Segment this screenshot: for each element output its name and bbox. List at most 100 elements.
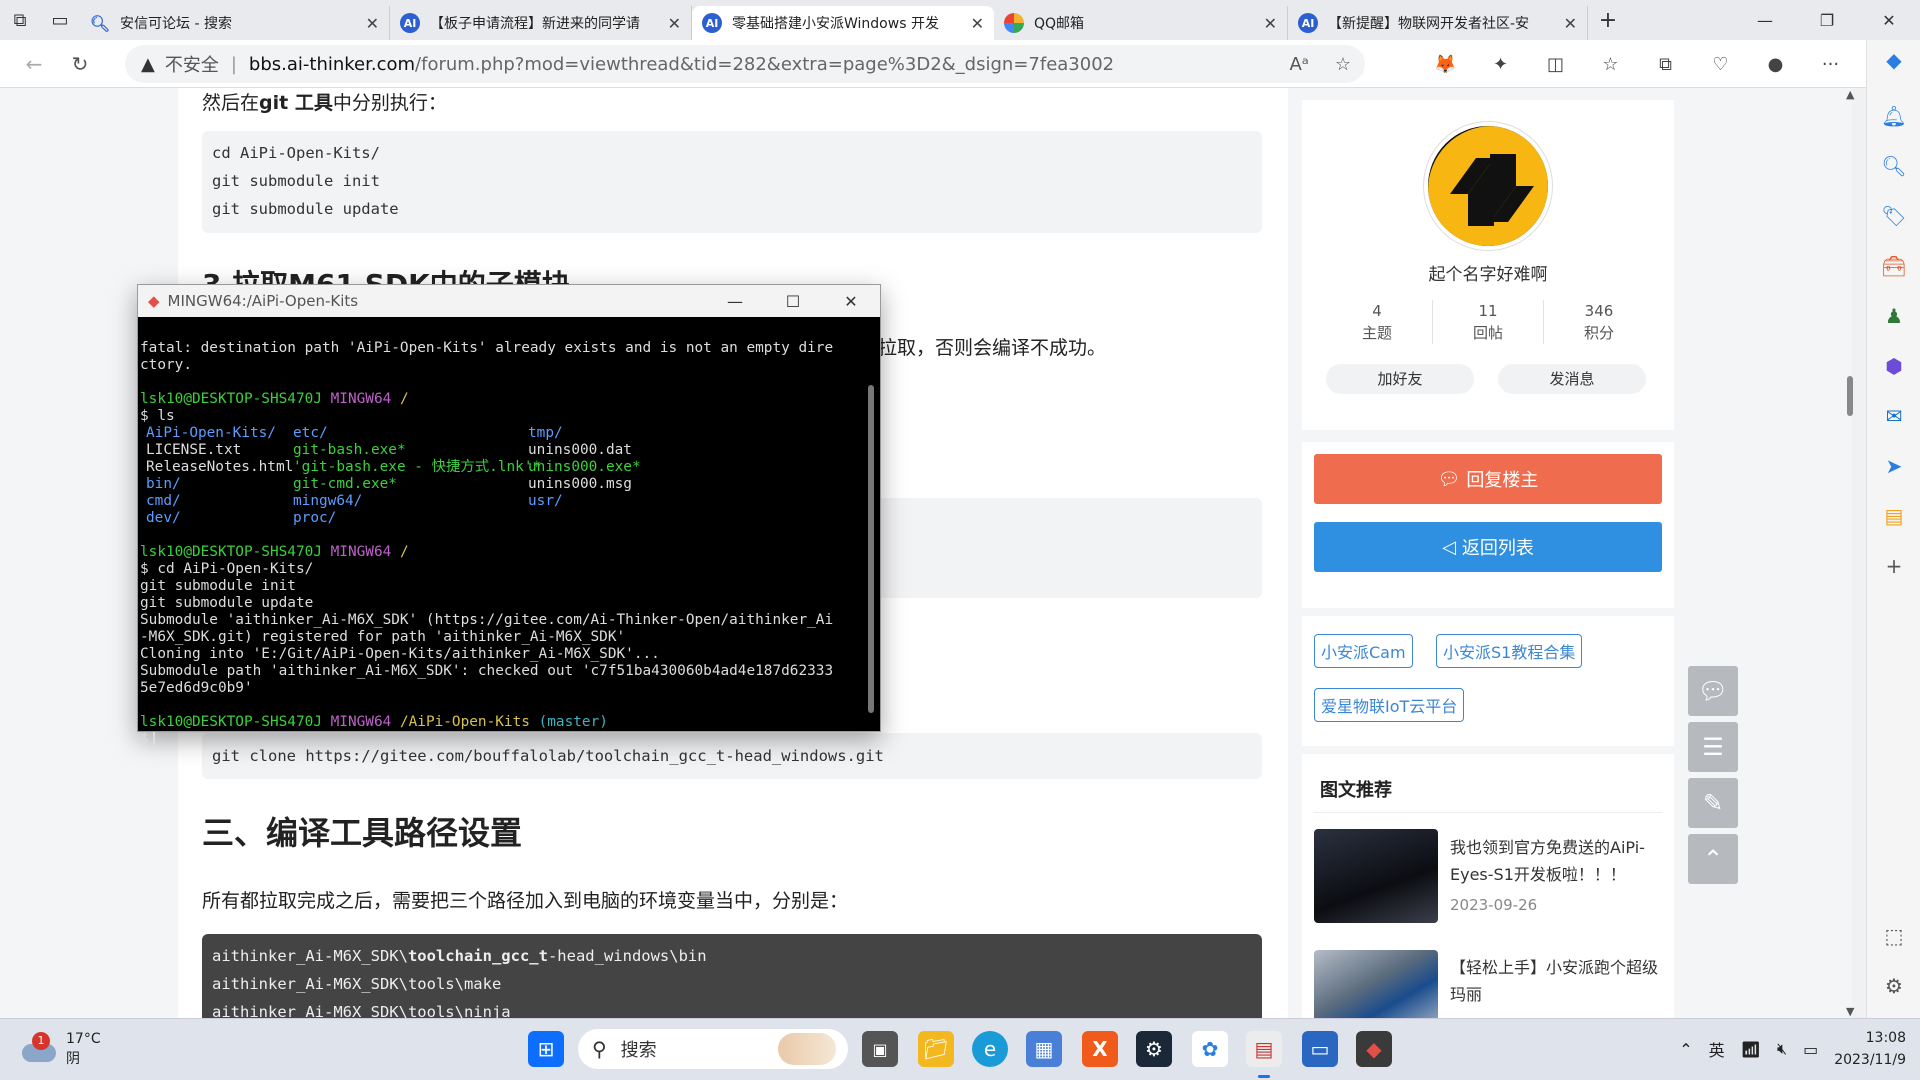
search-icon[interactable]: 🔍︎: [1867, 154, 1920, 178]
close-icon[interactable]: ✕: [971, 14, 984, 33]
tab-search[interactable]: 🔍︎ 安信可论坛 - 搜索 ✕: [80, 6, 390, 40]
tab-title: 【新提醒】物联网开发者社区-安: [1328, 16, 1530, 32]
ls-entry: bin/: [146, 476, 181, 492]
send-message-button[interactable]: 发消息: [1498, 364, 1646, 394]
more-menu-icon[interactable]: ···: [1803, 54, 1858, 75]
ls-entry: usr/: [528, 493, 563, 509]
performance-icon[interactable]: ♡: [1693, 54, 1748, 75]
task-view-icon[interactable]: ▣: [862, 1031, 898, 1067]
tab-community[interactable]: AI 【新提醒】物联网开发者社区-安 ✕: [1288, 6, 1588, 40]
taskbar-search[interactable]: ⚲ 搜索: [578, 1029, 848, 1069]
ls-entry: git-cmd.exe*: [293, 476, 397, 492]
stat-threads[interactable]: 4 主题: [1322, 300, 1433, 344]
new-tab-button[interactable]: +: [1588, 8, 1628, 33]
terminal-window[interactable]: ◆ MINGW64:/AiPi-Open-Kits — ☐ ✕ fatal: d…: [137, 284, 881, 747]
close-window-icon[interactable]: ✕: [1858, 0, 1920, 40]
minimize-icon[interactable]: —: [706, 285, 764, 317]
page-scrollbar[interactable]: ▲ ▼: [1846, 88, 1854, 1018]
metamask-extension-icon[interactable]: 🦊: [1418, 54, 1473, 75]
volume-muted-icon[interactable]: 🔇︎: [1777, 1039, 1787, 1059]
close-icon[interactable]: ✕: [1564, 14, 1577, 33]
split-screen-icon[interactable]: ◫: [1528, 54, 1583, 75]
screenshot-icon[interactable]: ⬚: [1867, 924, 1920, 948]
git-gui-icon[interactable]: ◆: [1356, 1031, 1392, 1067]
address-bar[interactable]: ▲ 不安全 | bbs.ai-thinker.com /forum.php?mo…: [125, 45, 1365, 83]
back-icon[interactable]: ←: [12, 42, 56, 86]
stat-points[interactable]: 346 积分: [1544, 300, 1654, 344]
ls-entry: unins000.dat: [528, 442, 632, 458]
reply-button[interactable]: 💬︎ 回复楼主: [1314, 454, 1662, 504]
edit-float-button[interactable]: ✎: [1688, 778, 1738, 828]
avatar[interactable]: [1424, 122, 1552, 250]
workspaces-icon[interactable]: ⧉: [0, 0, 40, 40]
back-to-top-button[interactable]: ⌃: [1688, 834, 1738, 884]
tag-link[interactable]: 小安派S1教程合集: [1436, 634, 1583, 668]
minimize-icon[interactable]: —: [1734, 0, 1796, 40]
favorite-star-icon[interactable]: ☆: [1335, 54, 1351, 75]
tab-qqmail[interactable]: QQ邮箱 ✕: [994, 6, 1288, 40]
recommend-link[interactable]: 【轻松上手】小安派跑个超级玛丽: [1450, 954, 1660, 1008]
add-icon[interactable]: +: [1867, 554, 1920, 578]
app-icon[interactable]: ✿: [1192, 1031, 1228, 1067]
list-float-button[interactable]: ☰: [1688, 722, 1738, 772]
ls-row: dev/proc/: [140, 510, 860, 527]
ls-entry: etc/: [293, 425, 328, 441]
ime-indicator[interactable]: 英: [1709, 1037, 1725, 1061]
url-host: bbs.ai-thinker.com: [248, 53, 416, 75]
extensions-icon[interactable]: ✦: [1473, 54, 1528, 75]
back-list-button[interactable]: ◁ 返回列表: [1314, 522, 1662, 572]
tab-apply[interactable]: AI 【板子申请流程】新进来的同学请 ✕: [390, 6, 692, 40]
stat-replies[interactable]: 11 回帖: [1433, 300, 1544, 344]
weather-widget[interactable]: 1 17°C 阴: [22, 1029, 101, 1069]
steam-icon[interactable]: ⚙: [1136, 1031, 1172, 1067]
close-icon[interactable]: ✕: [366, 14, 379, 33]
maximize-icon[interactable]: ❐: [1796, 0, 1858, 40]
bell-icon[interactable]: 🔔︎: [1867, 104, 1920, 128]
shopping-icon[interactable]: 🏷︎: [1867, 204, 1920, 228]
tag-link[interactable]: 爱星物联IoT云平台: [1314, 688, 1465, 722]
terminal-titlebar[interactable]: ◆ MINGW64:/AiPi-Open-Kits — ☐ ✕: [138, 285, 880, 317]
tab-actions-icon[interactable]: ▭: [40, 0, 80, 40]
settings-icon[interactable]: ⚙: [1867, 974, 1920, 998]
close-icon[interactable]: ✕: [668, 14, 681, 33]
chat-float-button[interactable]: 💬︎: [1688, 666, 1738, 716]
favorites-icon[interactable]: ☆: [1583, 54, 1638, 75]
outlook-icon[interactable]: ✉: [1867, 404, 1920, 428]
tag-link[interactable]: 小安派Cam: [1314, 634, 1413, 668]
read-aloud-icon[interactable]: A͏ᵃ: [1289, 54, 1308, 75]
recommend-thumbnail[interactable]: [1314, 829, 1438, 923]
active-app-icon[interactable]: ▤: [1246, 1031, 1282, 1067]
store-icon[interactable]: ▦: [1026, 1031, 1062, 1067]
section3-heading: 三、编译工具路径设置: [202, 814, 523, 852]
copilot-icon[interactable]: ◆: [1867, 48, 1920, 72]
edge-browser-icon[interactable]: e: [972, 1031, 1008, 1067]
terminal-scrollbar[interactable]: [868, 385, 874, 713]
close-icon[interactable]: ✕: [822, 285, 880, 317]
wifi-icon[interactable]: 📶︎: [1741, 1040, 1761, 1059]
chevron-up-icon[interactable]: ⌃: [1679, 1040, 1692, 1059]
close-icon[interactable]: ✕: [1264, 14, 1277, 33]
ls-entry: AiPi-Open-Kits/: [146, 425, 276, 441]
maximize-icon[interactable]: ☐: [764, 285, 822, 317]
start-button[interactable]: ⊞: [528, 1031, 564, 1067]
profile-icon[interactable]: ●: [1748, 54, 1803, 75]
games-icon[interactable]: ♟: [1867, 304, 1920, 328]
battery-icon[interactable]: ▭: [1803, 1040, 1818, 1059]
notification-badge: 1: [32, 1032, 50, 1050]
collections-icon[interactable]: ⧉: [1638, 54, 1693, 75]
username[interactable]: 起个名字好难啊: [1302, 260, 1674, 285]
send-icon[interactable]: ➤: [1867, 454, 1920, 478]
xmind-icon[interactable]: X: [1082, 1031, 1118, 1067]
window-app-icon[interactable]: ▭: [1302, 1031, 1338, 1067]
refresh-icon[interactable]: ↻: [58, 42, 102, 86]
add-friend-button[interactable]: 加好友: [1326, 364, 1474, 394]
tags-card: 小安派Cam 小安派S1教程合集 爱星物联IoT云平台: [1302, 616, 1674, 746]
file-explorer-icon[interactable]: 📁︎: [918, 1031, 954, 1067]
tab-current[interactable]: AI 零基础搭建小安派Windows 开发 ✕: [692, 6, 994, 40]
clock[interactable]: 13:08 2023/11/9: [1834, 1027, 1906, 1071]
recommend-link[interactable]: 我也领到官方免费送的AiPi-Eyes-S1开发板啦！！！: [1450, 834, 1660, 888]
office-icon[interactable]: ⬢: [1867, 354, 1920, 378]
recommend-thumbnail[interactable]: [1314, 950, 1438, 1018]
tools-icon[interactable]: 🧰︎: [1867, 254, 1920, 278]
notes-icon[interactable]: ▤: [1867, 504, 1920, 528]
